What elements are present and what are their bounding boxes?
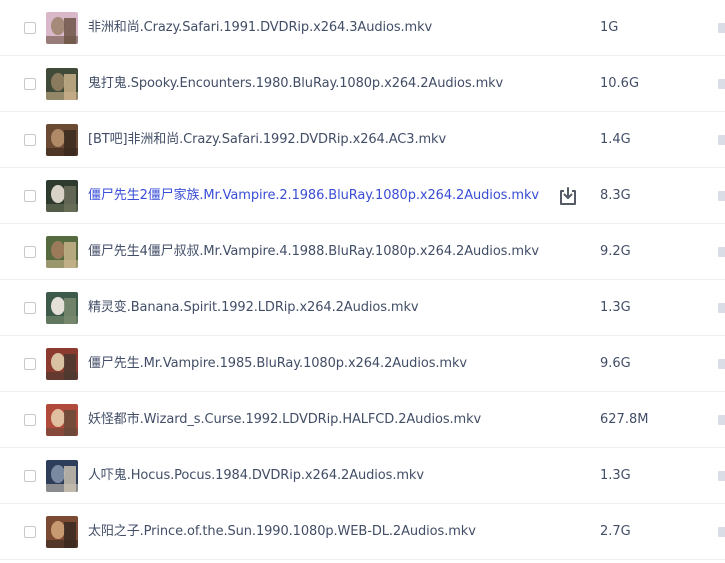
row-checkbox[interactable] bbox=[24, 526, 36, 538]
row-checkbox[interactable] bbox=[24, 22, 36, 34]
file-name[interactable]: 精灵变.Banana.Spirit.1992.LDRip.x264.2Audio… bbox=[88, 280, 419, 336]
file-name[interactable]: 鬼打鬼.Spooky.Encounters.1980.BluRay.1080p.… bbox=[88, 56, 503, 112]
file-size: 9.2G bbox=[600, 244, 631, 259]
file-size: 8.3G bbox=[600, 188, 631, 203]
file-row[interactable]: 人吓鬼.Hocus.Pocus.1984.DVDRip.x264.2Audios… bbox=[0, 448, 725, 504]
file-thumbnail bbox=[46, 68, 78, 100]
file-thumbnail bbox=[46, 460, 78, 492]
file-row[interactable]: 太阳之子.Prince.of.the.Sun.1990.1080p.WEB-DL… bbox=[0, 504, 725, 560]
file-name[interactable]: 妖怪都市.Wizard_s.Curse.1992.LDVDRip.HALFCD.… bbox=[88, 392, 481, 448]
file-thumbnail bbox=[46, 180, 78, 212]
file-thumbnail bbox=[46, 292, 78, 324]
file-name[interactable]: 非洲和尚.Crazy.Safari.1991.DVDRip.x264.3Audi… bbox=[88, 0, 432, 56]
file-row[interactable]: 非洲和尚.Crazy.Safari.1991.DVDRip.x264.3Audi… bbox=[0, 0, 725, 56]
file-name[interactable]: 僵尸先生4僵尸叔叔.Mr.Vampire.4.1988.BluRay.1080p… bbox=[88, 224, 539, 280]
file-row[interactable]: 僵尸先生.Mr.Vampire.1985.BluRay.1080p.x264.2… bbox=[0, 336, 725, 392]
file-thumbnail bbox=[46, 124, 78, 156]
file-size: 2.7G bbox=[600, 524, 631, 539]
file-size: 627.8M bbox=[600, 412, 649, 427]
file-row[interactable]: 精灵变.Banana.Spirit.1992.LDRip.x264.2Audio… bbox=[0, 280, 725, 336]
row-overflow-indicator bbox=[718, 303, 725, 313]
file-size: 10.6G bbox=[600, 76, 640, 91]
file-name[interactable]: 僵尸先生2僵尸家族.Mr.Vampire.2.1986.BluRay.1080p… bbox=[88, 168, 539, 224]
row-checkbox[interactable] bbox=[24, 358, 36, 370]
file-thumbnail bbox=[46, 516, 78, 548]
file-row[interactable]: 妖怪都市.Wizard_s.Curse.1992.LDVDRip.HALFCD.… bbox=[0, 392, 725, 448]
file-row[interactable]: 鬼打鬼.Spooky.Encounters.1980.BluRay.1080p.… bbox=[0, 56, 725, 112]
row-checkbox[interactable] bbox=[24, 246, 36, 258]
row-overflow-indicator bbox=[718, 471, 725, 481]
file-thumbnail bbox=[46, 348, 78, 380]
file-name[interactable]: 太阳之子.Prince.of.the.Sun.1990.1080p.WEB-DL… bbox=[88, 504, 476, 560]
row-checkbox[interactable] bbox=[24, 78, 36, 90]
file-size: 9.6G bbox=[600, 356, 631, 371]
file-row[interactable]: [BT吧]非洲和尚.Crazy.Safari.1992.DVDRip.x264.… bbox=[0, 112, 725, 168]
file-list: 非洲和尚.Crazy.Safari.1991.DVDRip.x264.3Audi… bbox=[0, 0, 725, 563]
row-checkbox[interactable] bbox=[24, 190, 36, 202]
file-name[interactable]: 人吓鬼.Hocus.Pocus.1984.DVDRip.x264.2Audios… bbox=[88, 448, 424, 504]
row-overflow-indicator bbox=[718, 135, 725, 145]
file-thumbnail bbox=[46, 12, 78, 44]
file-thumbnail bbox=[46, 236, 78, 268]
row-overflow-indicator bbox=[718, 191, 725, 201]
row-overflow-indicator bbox=[718, 415, 725, 425]
file-size: 1.3G bbox=[600, 468, 631, 483]
file-size: 1.4G bbox=[600, 132, 631, 147]
row-overflow-indicator bbox=[718, 79, 725, 89]
row-overflow-indicator bbox=[718, 359, 725, 369]
file-thumbnail bbox=[46, 404, 78, 436]
file-row[interactable]: 僵尸先生4僵尸叔叔.Mr.Vampire.4.1988.BluRay.1080p… bbox=[0, 224, 725, 280]
row-checkbox[interactable] bbox=[24, 414, 36, 426]
row-checkbox[interactable] bbox=[24, 470, 36, 482]
file-row[interactable]: 僵尸先生2僵尸家族.Mr.Vampire.2.1986.BluRay.1080p… bbox=[0, 168, 725, 224]
row-checkbox[interactable] bbox=[24, 134, 36, 146]
file-size: 1G bbox=[600, 20, 619, 35]
file-size: 1.3G bbox=[600, 300, 631, 315]
row-overflow-indicator bbox=[718, 23, 725, 33]
download-icon[interactable] bbox=[557, 185, 579, 207]
row-overflow-indicator bbox=[718, 247, 725, 257]
file-name[interactable]: 僵尸先生.Mr.Vampire.1985.BluRay.1080p.x264.2… bbox=[88, 336, 467, 392]
row-overflow-indicator bbox=[718, 527, 725, 537]
row-checkbox[interactable] bbox=[24, 302, 36, 314]
file-name[interactable]: [BT吧]非洲和尚.Crazy.Safari.1992.DVDRip.x264.… bbox=[88, 112, 446, 168]
